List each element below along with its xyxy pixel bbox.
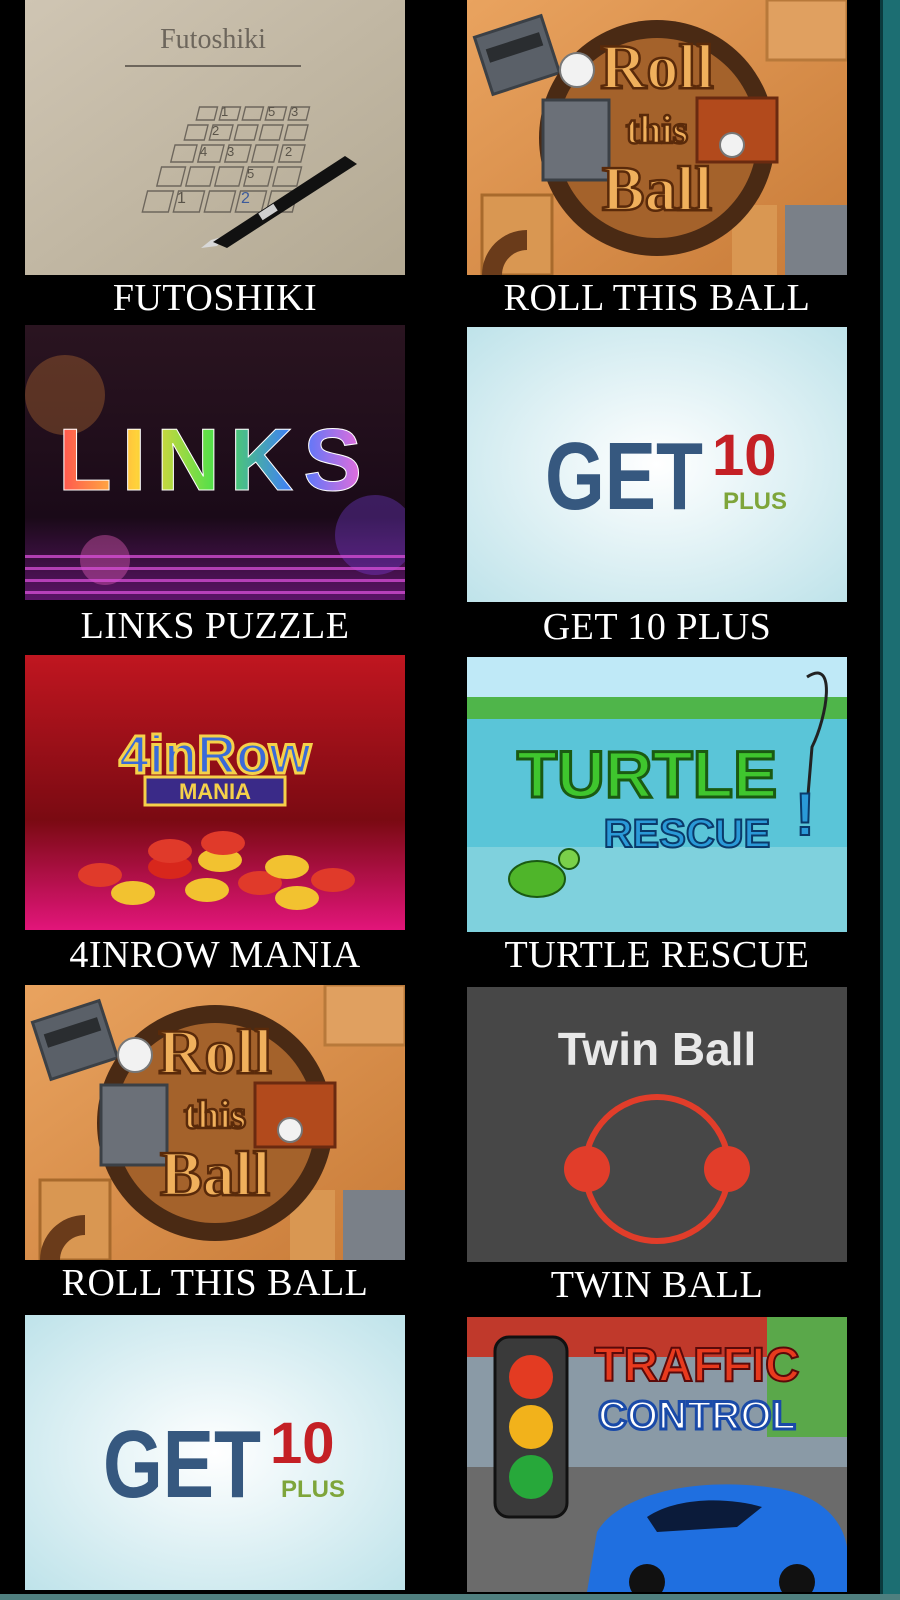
game-thumbnail-get-10-plus[interactable]: GET 10 PLUS: [467, 327, 847, 602]
svg-text:Roll: Roll: [158, 1016, 272, 1087]
game-title[interactable]: GET 10 PLUS: [467, 605, 847, 649]
navigation-bar-edge: [0, 1594, 900, 1600]
svg-text:3: 3: [227, 144, 234, 159]
scrollbar-track[interactable]: [880, 0, 900, 1600]
svg-text:!: !: [795, 781, 815, 848]
game-title[interactable]: ROLL THIS BALL: [467, 276, 847, 320]
traffic-light-icon: [493, 1335, 569, 1519]
game-title[interactable]: FUTOSHIKI: [25, 276, 405, 320]
ball-icon: [704, 1146, 750, 1192]
game-title[interactable]: ROLL THIS BALL: [25, 1261, 405, 1305]
get-10-plus-logo: GET 10 PLUS: [103, 1411, 345, 1518]
svg-text:5: 5: [247, 166, 254, 181]
links-logo: LINKS: [58, 410, 372, 509]
svg-text:PLUS: PLUS: [723, 488, 787, 515]
svg-text:PLUS: PLUS: [281, 1476, 345, 1503]
svg-text:this: this: [626, 107, 688, 152]
game-thumbnail-futoshiki[interactable]: Futoshiki 1 5 3 2 4 3 2 5 1 2: [25, 0, 405, 275]
svg-text:MANIA: MANIA: [179, 779, 251, 804]
game-title[interactable]: 4INROW MANIA: [25, 933, 405, 977]
svg-text:Ball: Ball: [602, 153, 712, 224]
game-thumbnail-get-10-plus[interactable]: GET 10 PLUS: [25, 1315, 405, 1590]
game-thumbnail-links-puzzle[interactable]: LINKS: [25, 325, 405, 600]
svg-text:Ball: Ball: [160, 1138, 270, 1209]
game-title[interactable]: TURTLE RESCUE: [467, 933, 847, 977]
svg-text:TURTLE: TURTLE: [517, 737, 777, 811]
game-thumbnail-twin-ball[interactable]: Twin Ball: [467, 987, 847, 1262]
ball-icon: [564, 1146, 610, 1192]
svg-text:2: 2: [212, 123, 219, 138]
futoshiki-logo: Futoshiki: [160, 24, 266, 55]
svg-text:10: 10: [712, 423, 777, 488]
twin-ball-logo: Twin Ball: [558, 1023, 757, 1075]
svg-text:Roll: Roll: [600, 31, 714, 102]
svg-text:RESCUE: RESCUE: [604, 812, 771, 856]
svg-text:GET: GET: [545, 423, 703, 530]
scrollbar-edge: [880, 0, 883, 1600]
traffic-control-logo: TRAFFIC CONTROL: [593, 1338, 800, 1440]
svg-text:TRAFFIC: TRAFFIC: [594, 1339, 799, 1392]
svg-text:2: 2: [285, 144, 292, 159]
svg-text:4: 4: [200, 144, 207, 159]
svg-text:CONTROL: CONTROL: [598, 1394, 796, 1438]
svg-text:2: 2: [241, 190, 250, 207]
svg-text:1: 1: [221, 104, 228, 119]
get-10-plus-logo: GET 10 PLUS: [545, 423, 787, 530]
svg-text:10: 10: [270, 1411, 335, 1476]
svg-text:GET: GET: [103, 1411, 261, 1518]
game-title[interactable]: TWIN BALL: [467, 1263, 847, 1307]
svg-text:5: 5: [268, 104, 275, 119]
game-thumbnail-traffic-control[interactable]: TRAFFIC CONTROL: [467, 1317, 847, 1592]
svg-text:this: this: [184, 1092, 246, 1137]
game-thumbnail-4inrow-mania[interactable]: 4inRow MANIA: [25, 655, 405, 930]
game-thumbnail-roll-this-ball[interactable]: Roll this Ball: [467, 0, 847, 275]
game-thumbnail-roll-this-ball[interactable]: Roll this Ball: [25, 985, 405, 1260]
game-title[interactable]: LINKS PUZZLE: [25, 604, 405, 648]
game-thumbnail-turtle-rescue[interactable]: TURTLE RESCUE !: [467, 657, 847, 932]
svg-text:3: 3: [291, 104, 298, 119]
svg-text:1: 1: [177, 190, 186, 207]
